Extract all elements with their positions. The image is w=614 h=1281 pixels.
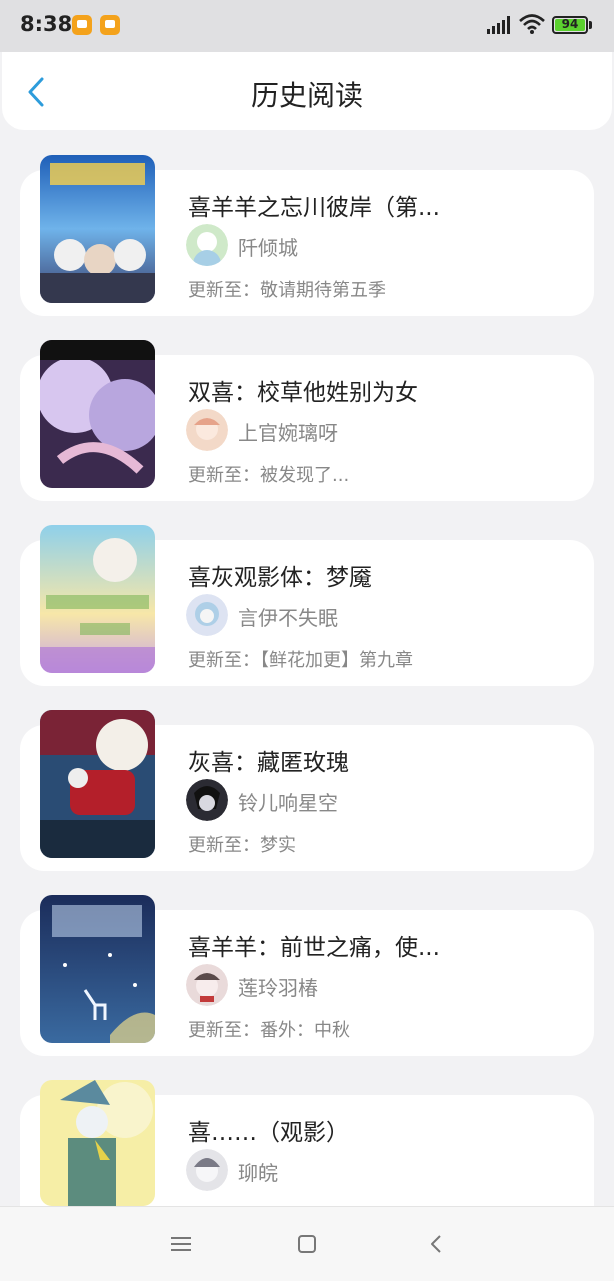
author-name: 铃儿响星空 [238,791,338,815]
author-name: 上官婉璃呀 [238,421,338,445]
author-name: 言伊不失眠 [238,606,338,630]
author-avatar [186,409,228,451]
wifi-icon [519,14,545,34]
app-notification-icon [100,15,120,35]
book-title: 双喜：校草他姓别为女 [188,380,418,406]
book-cover[interactable] [40,710,155,858]
menu-icon [171,1237,191,1251]
update-status: 更新至：梦实 [188,835,296,856]
header: 历史阅读 [2,52,612,130]
home-button[interactable] [292,1229,322,1259]
update-status: 更新至：被发现了... [188,465,350,486]
menu-button[interactable] [166,1229,196,1259]
book-cover[interactable] [40,155,155,303]
book-title: 灰喜：藏匿玫瑰 [188,750,349,776]
author-avatar [186,779,228,821]
book-title: 喜羊羊之忘川彼岸（第... [188,195,440,221]
battery-level: 94 [561,17,579,31]
author-avatar [186,594,228,636]
author-avatar [186,1149,228,1191]
author-name: 珋皖 [238,1161,278,1185]
book-cover[interactable] [40,895,155,1043]
status-bar: 8:38 94 [0,0,614,52]
book-cover[interactable] [40,1080,155,1206]
author-name: 阡倾城 [238,236,298,260]
author-avatar [186,964,228,1006]
book-cover[interactable] [40,525,155,673]
home-square-icon [298,1235,316,1253]
page-title: 历史阅读 [250,79,363,112]
signal-icon [487,16,510,34]
book-title: 喜灰观影体：梦魇 [188,565,372,591]
system-back-button[interactable] [421,1229,451,1259]
battery-icon: 94 [552,16,588,34]
back-triangle-icon [431,1235,441,1253]
status-time: 8:38 [20,12,73,36]
update-status: 更新至：番外：中秋 [188,1020,350,1041]
app-notification-icon [72,15,92,35]
update-status: 更新至：【鲜花加更】第九章 [188,650,413,671]
book-title: 喜……（观影） [188,1120,349,1146]
author-name: 莲玲羽椿 [238,976,318,1000]
book-title: 喜羊羊：前世之痛，使... [188,935,440,961]
author-avatar [186,224,228,266]
update-status: 更新至：敬请期待第五季 [188,280,386,301]
book-cover[interactable] [40,340,155,488]
system-nav-bar [0,1206,614,1281]
